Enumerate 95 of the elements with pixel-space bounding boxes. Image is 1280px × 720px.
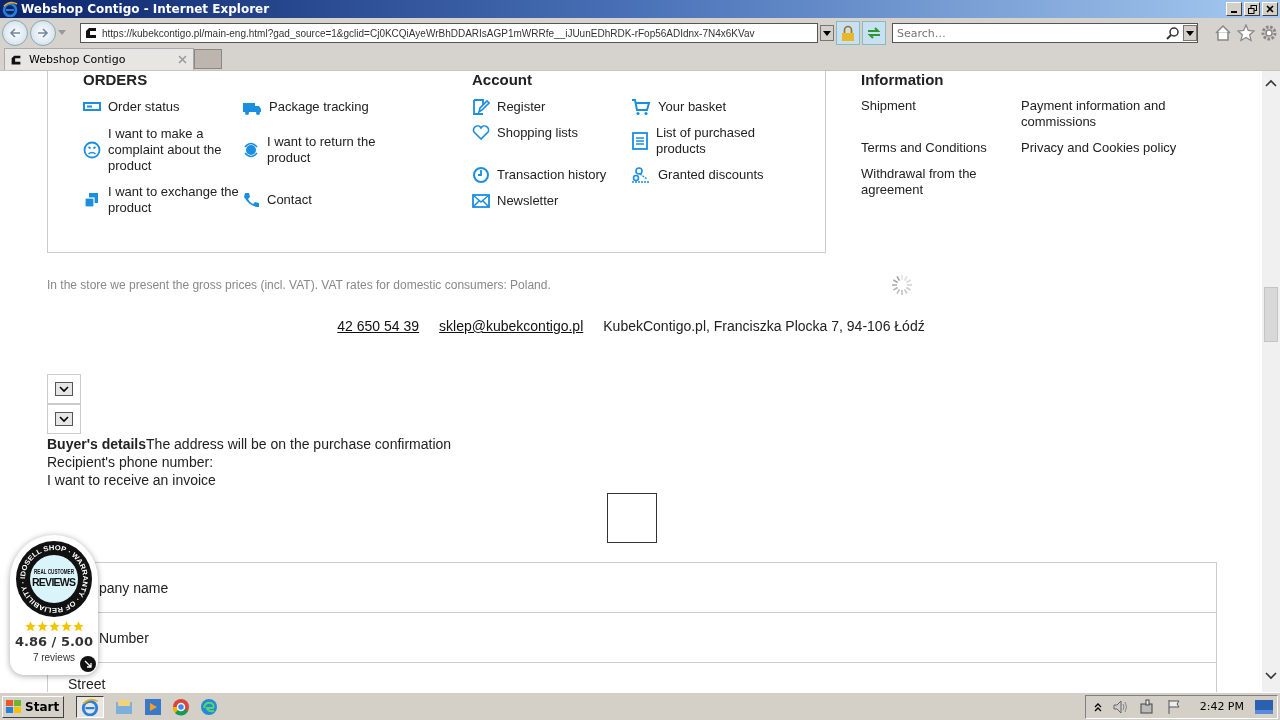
back-arrow-icon (8, 26, 22, 40)
star-icon (72, 621, 84, 632)
footer-link[interactable]: Your basket (658, 99, 727, 115)
refresh-button[interactable] (862, 21, 886, 45)
star-icon (48, 621, 60, 632)
arrow-icon (84, 660, 92, 668)
footer-link[interactable]: Granted discounts (658, 167, 764, 183)
footer-link[interactable]: I want to make a complaint about the product (108, 126, 242, 174)
footer-link[interactable]: Newsletter (497, 193, 559, 209)
footer-link[interactable]: Withdrawal from the agreement (861, 166, 1021, 198)
edge-icon[interactable] (200, 697, 219, 716)
footer-link[interactable]: List of purchased products (656, 125, 801, 157)
section-heading: ORDERS (83, 71, 149, 88)
close-button[interactable] (1262, 2, 1278, 16)
form-label: Recipient's phone number: (47, 453, 215, 471)
sad-face-icon (83, 141, 101, 159)
lock-icon (841, 25, 855, 41)
section-heading: Account (472, 71, 533, 88)
caret-icon (55, 382, 73, 396)
dropdown-button[interactable] (1183, 25, 1197, 41)
home-icon[interactable] (1214, 24, 1232, 42)
speaker-icon[interactable] (1112, 699, 1129, 714)
footer-link[interactable]: Package tracking (269, 99, 369, 115)
dropdown-button[interactable] (820, 25, 834, 41)
close-icon (1266, 5, 1274, 13)
minimize-button[interactable] (1226, 2, 1242, 16)
coin-arrows-icon (242, 140, 260, 160)
expand-button[interactable] (80, 656, 96, 672)
phone-link[interactable]: 42 650 54 39 (337, 318, 420, 334)
footer-link[interactable]: Payment information and commissions (1021, 98, 1181, 130)
close-icon[interactable] (178, 55, 187, 64)
forward-button[interactable] (30, 20, 56, 46)
browser-icon (2, 1, 18, 17)
taskbar-button[interactable] (76, 695, 105, 718)
network-icon[interactable] (1139, 698, 1156, 715)
scroll-down-icon[interactable] (1265, 672, 1277, 680)
loading-spinner-icon (890, 274, 913, 296)
chrome-icon[interactable] (172, 697, 191, 716)
heart-icon (472, 125, 490, 141)
vat-note: In the store we present the gross prices (incl. VAT). VAT rates for domestic consumers: Poland. (47, 278, 551, 292)
forward-arrow-icon (36, 26, 50, 40)
envelope-icon (472, 193, 490, 209)
footer-link[interactable]: Contact (267, 192, 312, 208)
search-icon[interactable] (1166, 26, 1180, 40)
footer-link[interactable]: I want to return the product (267, 134, 392, 166)
star-icon (36, 621, 48, 632)
invoice-checkbox[interactable] (607, 493, 657, 543)
store-address: KubekContigo.pl, Franciszka Plocka 7, 94-106 Łódź (603, 318, 925, 334)
restore-icon (1247, 4, 1257, 14)
clock: 2:42 PM (1199, 700, 1244, 713)
browser-tab[interactable]: Webshop Contigo (4, 48, 194, 70)
footer-link[interactable]: Shopping lists (497, 125, 578, 141)
dropdown[interactable] (47, 404, 81, 434)
windows-logo-icon (5, 698, 23, 715)
footer-link[interactable]: Register (497, 99, 546, 115)
caret-icon (1186, 30, 1194, 36)
dropdown[interactable] (47, 374, 81, 404)
refresh-icon (866, 26, 882, 40)
address-field[interactable]: https://kubekcontigo.pl/main-eng.html?gad_source=1&gclid=Cj0KCQiAyeWrBhDDARIsAGP1mWRRfe__iJUunEDhRDK-rFop56ADIdnx-7N4x6KVav (80, 23, 818, 43)
scrollbar-thumb[interactable] (1264, 287, 1278, 342)
search-field[interactable]: Search… (892, 23, 1198, 43)
window-title: Webshop Contigo - Internet Explorer (21, 2, 271, 16)
footer-link[interactable]: Transaction history (497, 167, 607, 183)
restore-button[interactable] (1244, 2, 1260, 16)
caret-icon (55, 412, 73, 426)
form-label: Buyer's detailsThe address will be on the purchase confirmation (47, 435, 453, 453)
footer-link[interactable]: Terms and Conditions (861, 140, 987, 156)
footer-link[interactable]: I want to exchange the product (108, 184, 242, 216)
phone-icon (242, 191, 260, 209)
browser-icon (81, 697, 100, 716)
scroll-up-icon[interactable] (1265, 79, 1277, 87)
star-icon (60, 621, 72, 632)
media-player-icon[interactable] (144, 697, 163, 716)
show-desktop-icon[interactable] (1255, 699, 1273, 714)
cart-icon (631, 98, 651, 116)
flag-icon[interactable] (1166, 698, 1181, 715)
footer-link[interactable]: Order status (108, 99, 180, 115)
chevron-icon[interactable] (1093, 701, 1102, 712)
footer-link[interactable]: Privacy and Cookies policy (1021, 140, 1177, 156)
favorites-icon[interactable] (1237, 24, 1255, 42)
form-label: I want to receive an invoice (47, 471, 217, 489)
list-icon (631, 131, 649, 151)
section-heading: Information (861, 71, 945, 88)
edit-icon (472, 98, 490, 116)
site-logo-icon (83, 25, 99, 41)
email-link[interactable]: sklep@kubekcontigo.pl (439, 318, 584, 334)
copy-icon (83, 191, 101, 209)
star-icon (24, 621, 36, 632)
settings-icon[interactable] (1260, 24, 1278, 42)
start-button[interactable]: Start (2, 695, 65, 718)
clock-icon (472, 166, 490, 184)
caret-icon (823, 30, 831, 36)
back-button[interactable] (2, 20, 28, 46)
scrollbar[interactable] (1262, 71, 1280, 692)
footer-link[interactable]: Shipment (861, 98, 916, 114)
